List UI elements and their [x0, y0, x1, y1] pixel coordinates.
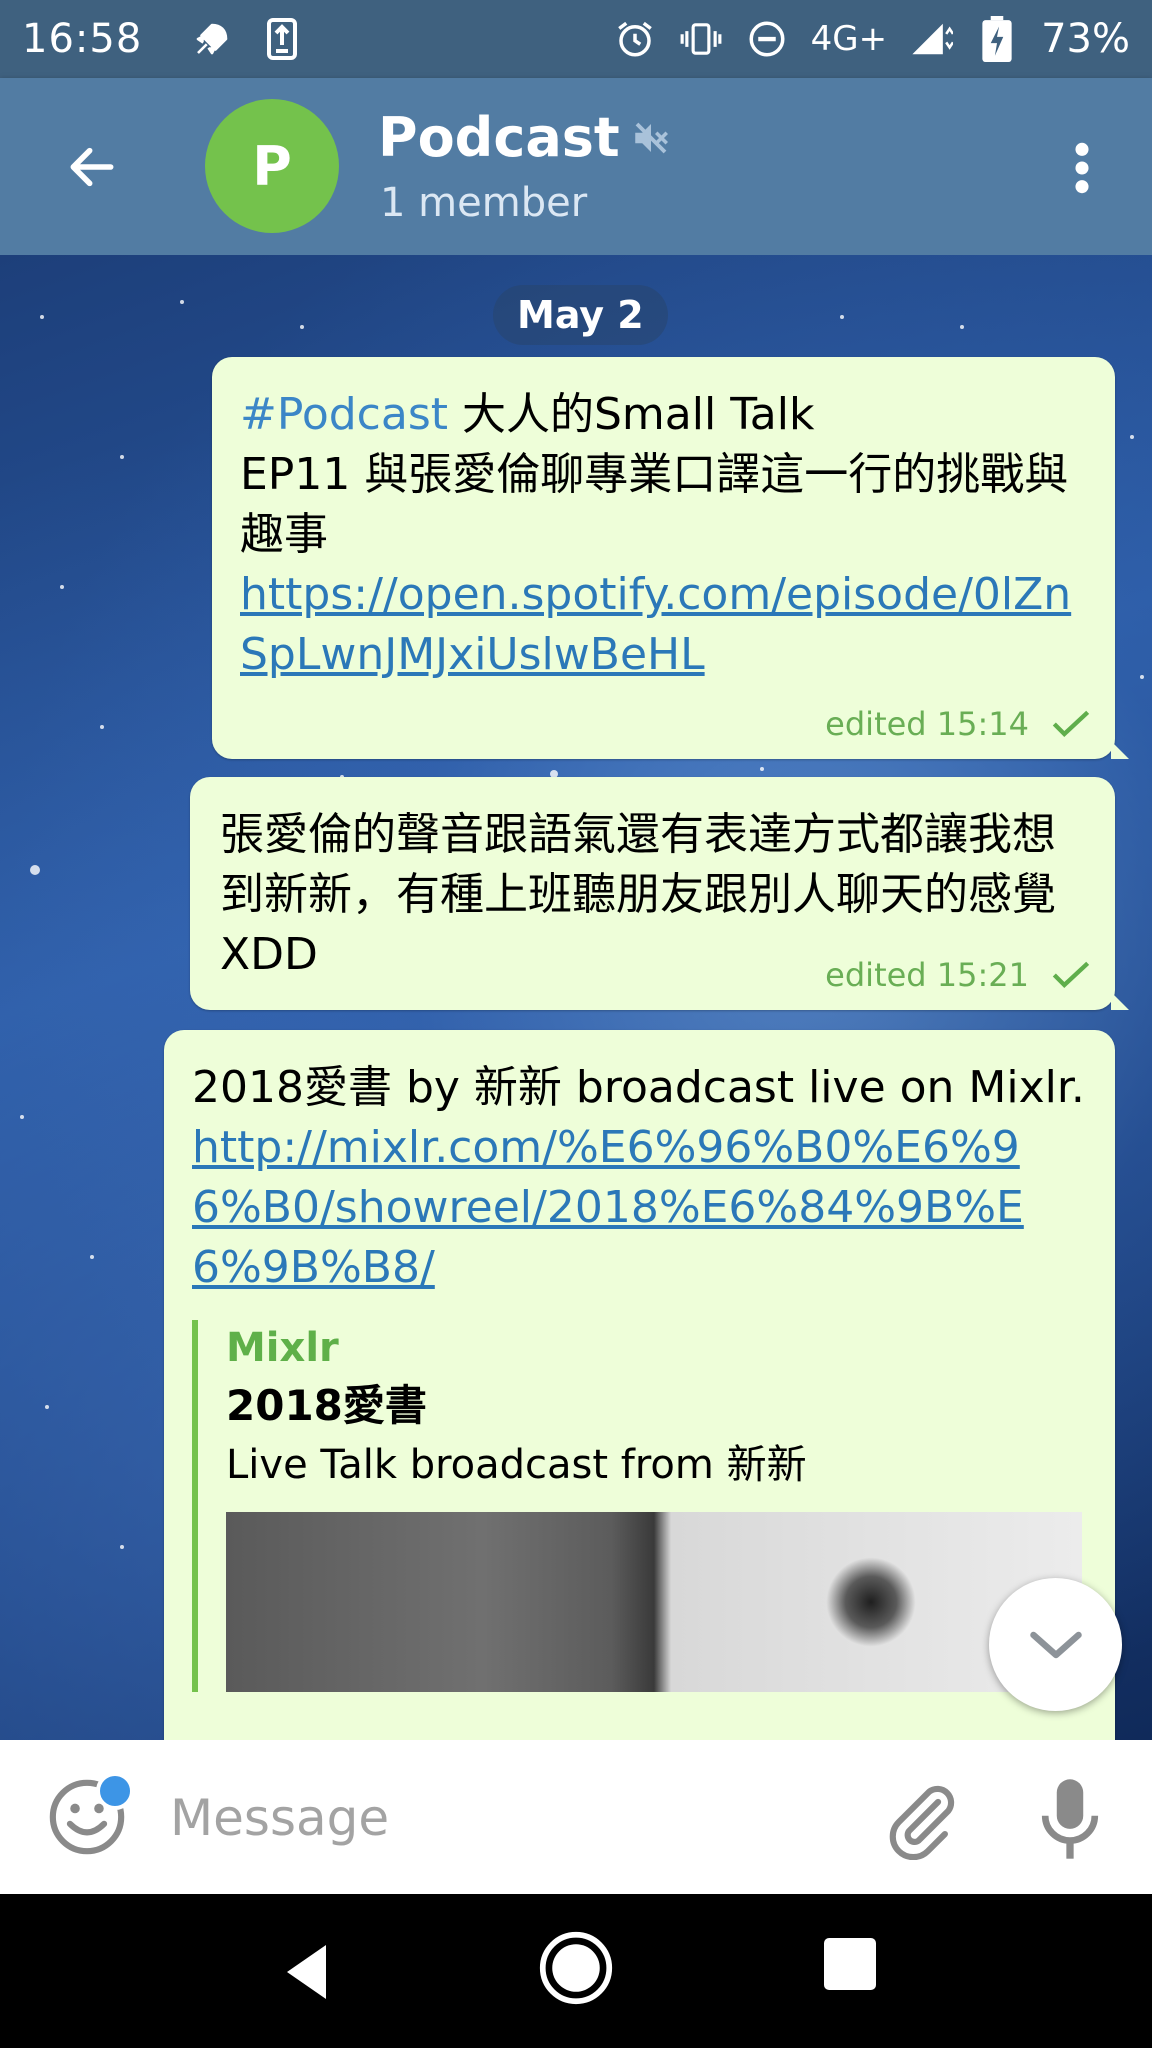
transfer-icon	[260, 17, 304, 61]
date-chip: May 2	[493, 285, 668, 345]
nav-home-button[interactable]	[538, 1930, 614, 2006]
paperclip-icon	[889, 1785, 955, 1861]
message-bubble[interactable]: 2018愛書 by 新新 broadcast live on Mixlr. ht…	[164, 1030, 1115, 1740]
status-time: 16:58	[22, 16, 143, 62]
muted-speaker-icon	[634, 122, 668, 153]
edited-time: edited 15:14	[825, 705, 1029, 743]
edited-time: edited 15:21	[825, 956, 1029, 994]
message-link[interactable]: http://mixlr.com/%E6%96%B0%E6%96%B0/show…	[192, 1122, 1024, 1293]
vibrate-icon	[679, 17, 723, 61]
chevron-down-icon	[1029, 1631, 1082, 1658]
back-button[interactable]	[56, 131, 128, 203]
arrow-left-icon	[70, 147, 114, 187]
voice-record-button[interactable]	[1030, 1776, 1110, 1862]
preview-site-name: Mixlr	[226, 1325, 339, 1371]
avatar[interactable]: P	[205, 99, 339, 233]
nav-back-button[interactable]	[272, 1936, 344, 2008]
network-type: 4G+	[810, 19, 888, 59]
battery-percent: 73%	[1041, 16, 1130, 62]
more-vert-icon	[1075, 142, 1089, 194]
preview-description: Live Talk broadcast from 新新	[226, 1442, 807, 1488]
preview-title: 2018愛書	[226, 1381, 427, 1430]
chat-header: P Podcast 1 member	[0, 78, 1152, 255]
rocket-icon	[190, 17, 234, 61]
microphone-icon	[1041, 1779, 1099, 1859]
message-text-line: 大人的Small Talk	[448, 389, 815, 440]
message-text: #Podcast 大人的Small Talk EP11 與張愛倫聊專業口譯這一行…	[240, 385, 1087, 685]
message-meta: edited 15:21	[825, 956, 1091, 994]
scroll-down-button[interactable]	[989, 1578, 1122, 1711]
message-input[interactable]	[168, 1780, 832, 1856]
home-circle-icon	[539, 1931, 613, 2005]
preview-image[interactable]	[226, 1512, 1082, 1692]
message-meta: edited 15:14	[825, 705, 1091, 743]
link-preview[interactable]: Mixlr 2018愛書 Live Talk broadcast from 新新	[192, 1320, 1087, 1692]
message-link[interactable]: https://open.spotify.com/episode/0lZnSpL…	[240, 569, 1071, 680]
message-composer	[0, 1740, 1152, 1894]
message-text-line: EP11 與張愛倫聊專業口譯這一行的挑戰與趣事	[240, 449, 1069, 560]
check-icon	[1052, 710, 1090, 738]
nav-recents-button[interactable]	[824, 1938, 876, 1990]
signal-icon	[909, 17, 954, 61]
dnd-icon	[745, 17, 789, 61]
system-nav-bar	[0, 1894, 1152, 2048]
message-text: 2018愛書 by 新新 broadcast live on Mixlr.	[192, 1062, 1085, 1113]
hashtag-link[interactable]: #Podcast	[240, 389, 448, 440]
battery-charging-icon	[975, 16, 1019, 62]
status-bar: 16:58 4G+ 73%	[0, 0, 1152, 78]
notification-dot	[96, 1772, 134, 1810]
alarm-icon	[613, 17, 657, 61]
attach-button[interactable]	[880, 1778, 962, 1861]
member-count: 1 member	[380, 180, 588, 226]
chat-title: Podcast	[378, 106, 620, 169]
more-menu-button[interactable]	[1046, 132, 1118, 204]
message-bubble[interactable]: 張愛倫的聲音跟語氣還有表達方式都讓我想到新新，有種上班聽朋友跟別人聊天的感覺XD…	[190, 777, 1129, 1010]
check-icon	[1052, 961, 1090, 989]
chat-area[interactable]: May 2 #Podcast 大人的Small Talk EP11 與張愛倫聊專…	[0, 255, 1152, 1740]
message-bubble[interactable]: #Podcast 大人的Small Talk EP11 與張愛倫聊專業口譯這一行…	[212, 357, 1129, 759]
chat-title-row[interactable]: Podcast	[378, 106, 672, 169]
triangle-back-icon	[287, 1945, 326, 1999]
